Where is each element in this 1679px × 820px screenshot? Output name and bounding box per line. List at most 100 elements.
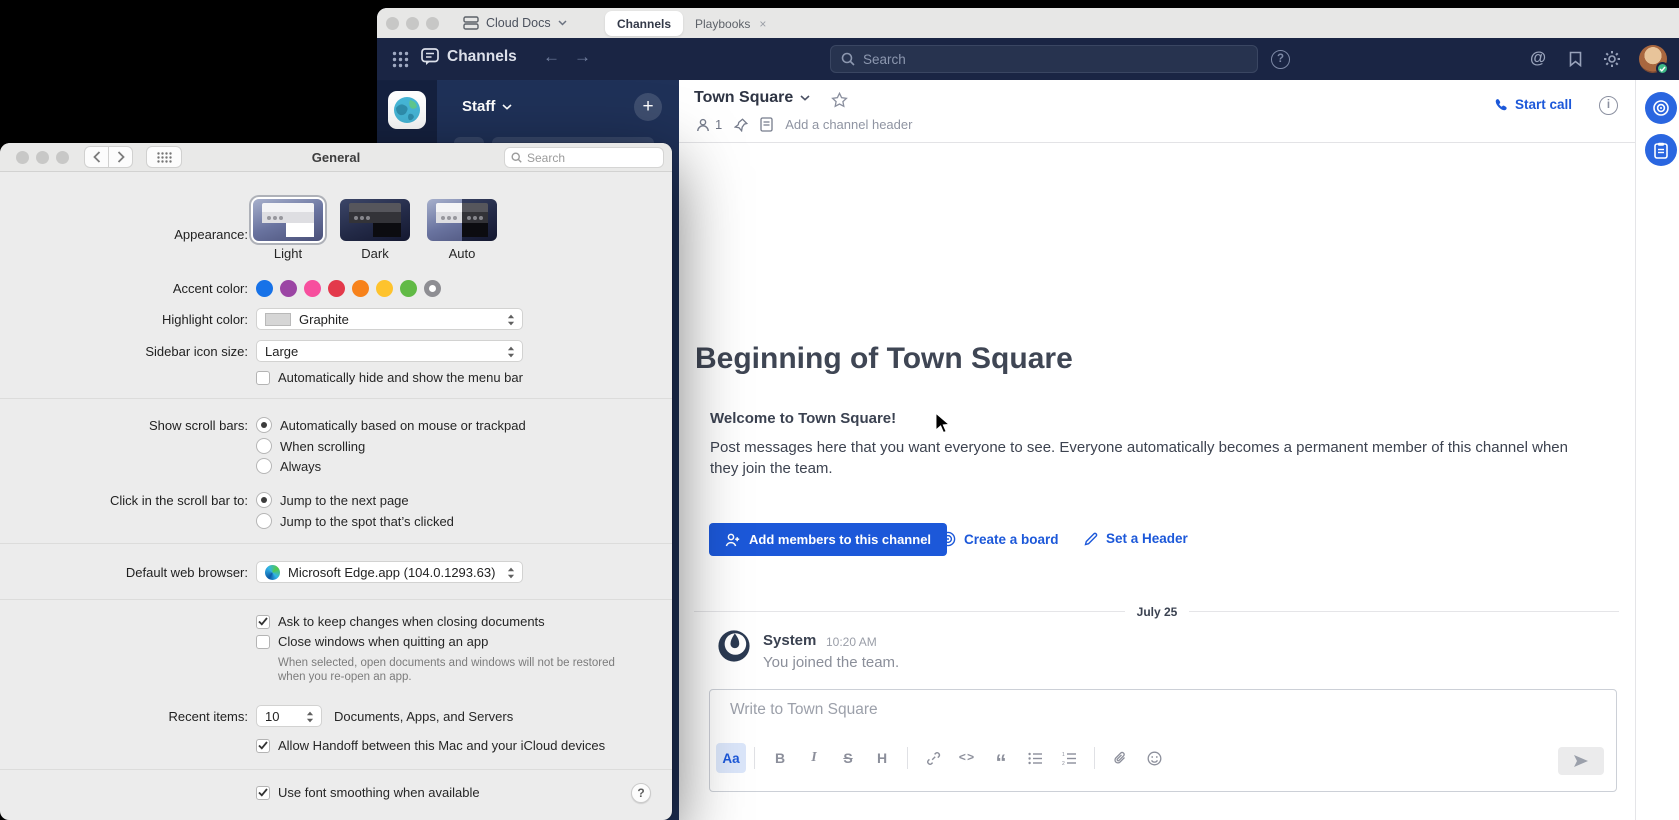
bullet-list-icon[interactable] xyxy=(1018,743,1052,773)
radio-selected[interactable] xyxy=(256,492,272,508)
history-back-icon[interactable]: ← xyxy=(543,47,560,67)
accent-color-green[interactable] xyxy=(400,280,417,297)
scrollbar-click-spot[interactable]: Jump to the spot that’s clicked xyxy=(256,513,454,529)
scrollbars-option-auto[interactable]: Automatically based on mouse or trackpad xyxy=(256,417,526,433)
accent-color-blue[interactable] xyxy=(256,280,273,297)
date-divider[interactable]: July 25 xyxy=(679,603,1635,621)
add-members-button[interactable]: Add members to this channel xyxy=(709,523,947,556)
channels-product-icon xyxy=(421,48,440,66)
show-all-grid-icon[interactable] xyxy=(146,146,182,168)
bold-icon[interactable]: B xyxy=(763,743,797,773)
ask-keep-changes-checkbox[interactable]: Ask to keep changes when closing documen… xyxy=(256,614,545,629)
help-button[interactable]: ? xyxy=(631,783,651,803)
quote-icon[interactable]: “ xyxy=(984,743,1018,773)
scrollbars-option-always[interactable]: Always xyxy=(256,458,321,474)
close-button[interactable] xyxy=(386,17,399,30)
emoji-icon[interactable] xyxy=(1137,743,1171,773)
minimize-button[interactable] xyxy=(36,151,49,164)
start-call-button[interactable]: Start call xyxy=(1494,97,1572,112)
appearance-dark-thumb[interactable] xyxy=(340,199,410,241)
message-input[interactable] xyxy=(730,701,1580,719)
message-timestamp[interactable]: 10:20 AM xyxy=(826,635,877,649)
checkbox-checked[interactable] xyxy=(256,739,270,753)
pin-icon[interactable] xyxy=(734,118,748,132)
create-board-link[interactable]: Create a board xyxy=(940,531,1059,547)
scrollbar-click-next-page[interactable]: Jump to the next page xyxy=(256,492,409,508)
accent-color-orange[interactable] xyxy=(352,280,369,297)
avatar[interactable] xyxy=(1639,45,1667,73)
close-tab-icon[interactable]: × xyxy=(759,17,766,31)
favorite-star-icon[interactable] xyxy=(831,92,848,113)
saved-posts-icon[interactable] xyxy=(1568,51,1583,72)
search-input[interactable] xyxy=(863,52,1223,67)
accent-color-yellow[interactable] xyxy=(376,280,393,297)
sidebar-icon-size-select[interactable]: Large xyxy=(256,340,523,362)
appearance-auto-thumb[interactable] xyxy=(427,199,497,241)
team-icon[interactable] xyxy=(388,91,426,129)
settings-gear-icon[interactable] xyxy=(1603,50,1621,73)
strikethrough-icon[interactable]: S xyxy=(831,743,865,773)
attach-file-icon[interactable] xyxy=(1103,743,1137,773)
history-forward-icon[interactable]: → xyxy=(574,47,591,67)
link-icon[interactable] xyxy=(916,743,950,773)
accent-color-graphite-selected[interactable] xyxy=(424,280,441,297)
add-channel-button[interactable]: + xyxy=(634,93,662,121)
channel-info-icon[interactable]: i xyxy=(1599,96,1618,115)
zoom-button[interactable] xyxy=(56,151,69,164)
server-menu[interactable]: Cloud Docs xyxy=(463,13,567,33)
close-windows-checkbox[interactable]: Close windows when quitting an app xyxy=(256,634,488,649)
checkbox-checked[interactable] xyxy=(256,786,270,800)
accent-color-purple[interactable] xyxy=(280,280,297,297)
checkbox-unchecked[interactable] xyxy=(256,635,270,649)
prefs-search-input[interactable] xyxy=(527,151,647,165)
tab-channels[interactable]: Channels xyxy=(605,11,683,36)
apps-grid-icon[interactable] xyxy=(392,51,409,73)
accent-color-red[interactable] xyxy=(328,280,345,297)
numbered-list-icon[interactable]: 12 xyxy=(1052,743,1086,773)
recent-items-select[interactable]: 10 xyxy=(256,705,322,727)
back-button[interactable] xyxy=(84,146,109,168)
global-search[interactable] xyxy=(830,45,1258,73)
boards-app-icon[interactable] xyxy=(1645,92,1677,124)
at-mention-icon[interactable]: @ xyxy=(1530,49,1546,68)
members-icon[interactable] xyxy=(696,118,710,132)
channel-file-icon[interactable] xyxy=(760,117,773,132)
help-icon[interactable]: ? xyxy=(1271,50,1290,69)
tab-playbooks[interactable]: Playbooks × xyxy=(695,11,766,36)
highlight-color-select[interactable]: Graphite xyxy=(256,308,523,330)
highlight-color-label: Highlight color: xyxy=(0,312,248,327)
send-button[interactable] xyxy=(1558,747,1604,775)
add-channel-header-button[interactable]: Add a channel header xyxy=(785,117,912,132)
hide-menubar-checkbox[interactable]: Automatically hide and show the menu bar xyxy=(256,370,523,385)
channel-subheader: 1 Add a channel header xyxy=(696,117,912,132)
message-author[interactable]: System xyxy=(763,632,816,649)
channel-name-menu[interactable]: Town Square xyxy=(694,89,810,107)
font-smoothing-checkbox[interactable]: Use font smoothing when available xyxy=(256,785,480,800)
playbooks-app-icon[interactable] xyxy=(1645,134,1677,166)
prefs-search-field[interactable] xyxy=(504,147,664,168)
scrollbars-option-scrolling[interactable]: When scrolling xyxy=(256,438,365,454)
product-switcher[interactable]: Channels xyxy=(421,48,517,66)
text-format-toggle[interactable]: Aa xyxy=(716,743,746,773)
code-icon[interactable]: <> xyxy=(950,743,984,773)
forward-button[interactable] xyxy=(108,146,133,168)
default-browser-select[interactable]: Microsoft Edge.app (104.0.1293.63) xyxy=(256,561,523,583)
zoom-button[interactable] xyxy=(426,17,439,30)
handoff-checkbox[interactable]: Allow Handoff between this Mac and your … xyxy=(256,738,605,753)
checkbox-unchecked[interactable] xyxy=(256,371,270,385)
accent-color-pink[interactable] xyxy=(304,280,321,297)
radio-selected[interactable] xyxy=(256,417,272,433)
close-button[interactable] xyxy=(16,151,29,164)
radio-unselected[interactable] xyxy=(256,458,272,474)
checkbox-checked[interactable] xyxy=(256,615,270,629)
radio-unselected[interactable] xyxy=(256,513,272,529)
heading-icon[interactable]: H xyxy=(865,743,899,773)
italic-icon[interactable]: I xyxy=(797,743,831,773)
set-header-link[interactable]: Set a Header xyxy=(1084,531,1188,546)
radio-unselected[interactable] xyxy=(256,438,272,454)
accent-color-label: Accent color: xyxy=(0,281,248,296)
appearance-light-thumb[interactable] xyxy=(253,199,323,241)
member-count[interactable]: 1 xyxy=(715,117,722,132)
team-menu[interactable]: Staff xyxy=(462,98,512,115)
minimize-button[interactable] xyxy=(406,17,419,30)
